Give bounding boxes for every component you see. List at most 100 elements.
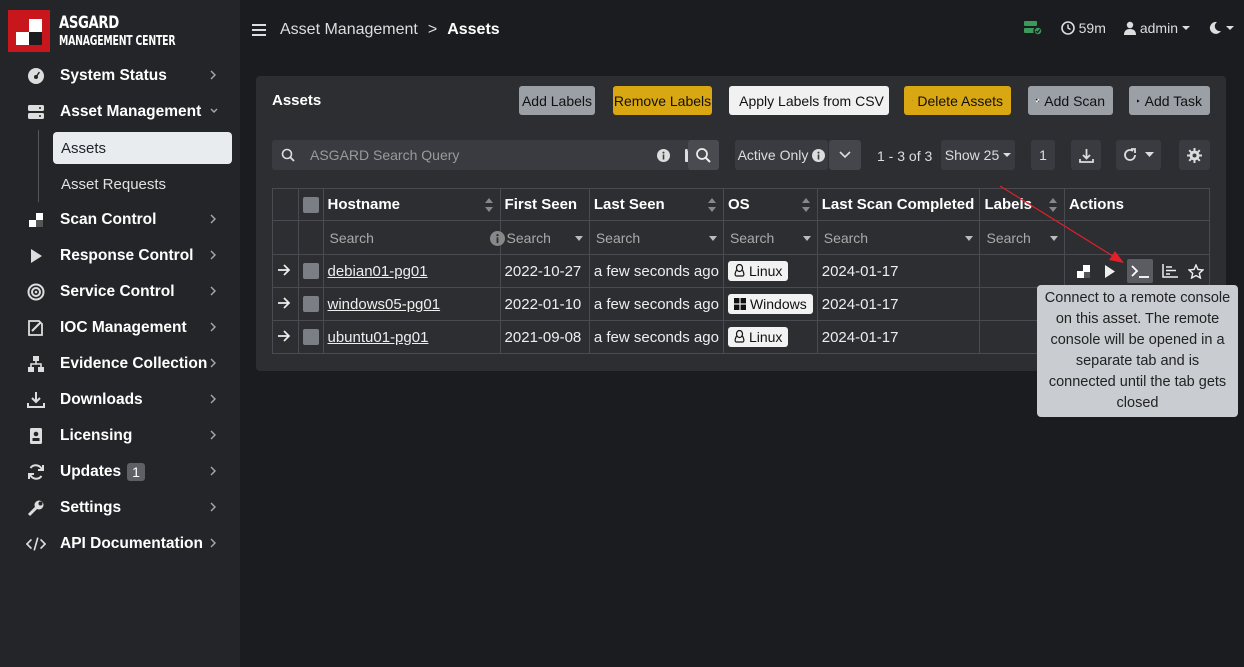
- chevron-right-icon: [209, 465, 217, 479]
- sidebar-item-scan-control[interactable]: Scan Control: [0, 202, 240, 238]
- sidebar-item-service-control[interactable]: Service Control: [0, 274, 240, 310]
- gear-icon: [1187, 147, 1202, 163]
- last-seen-filter-select[interactable]: Search: [588, 220, 724, 255]
- apply-labels-csv-button[interactable]: Apply Labels from CSV: [729, 86, 889, 115]
- user-menu[interactable]: admin: [1123, 20, 1190, 36]
- moon-icon: [1209, 21, 1221, 34]
- sidebar-item-label: Updates: [60, 463, 122, 480]
- timeline-action-icon[interactable]: [1161, 262, 1179, 280]
- sidebar-item-asset-management[interactable]: Asset Management: [0, 94, 240, 130]
- sidebar-item-response-control[interactable]: Response Control: [0, 238, 240, 274]
- row-expand-arrow-icon[interactable]: [272, 254, 299, 288]
- server-status-icon[interactable]: [1023, 20, 1043, 36]
- chevron-down-icon: [209, 105, 218, 119]
- column-header-os[interactable]: OS: [722, 188, 818, 221]
- os-filter-select[interactable]: Search: [722, 220, 818, 255]
- search-icon: [281, 148, 295, 162]
- hamburger-menu-icon[interactable]: [252, 24, 266, 39]
- sidebar-item-api-documentation[interactable]: API Documentation: [0, 526, 240, 562]
- sidebar-item-label: Downloads: [60, 391, 143, 408]
- page-size-select[interactable]: Show 25: [941, 140, 1015, 170]
- sort-icon: [1048, 198, 1057, 212]
- sidebar-item-licensing[interactable]: Licensing: [0, 418, 240, 454]
- delete-assets-button[interactable]: Delete Assets: [904, 86, 1011, 115]
- download-icon: [1078, 148, 1094, 163]
- hostname-link[interactable]: windows05-pg01: [328, 296, 441, 313]
- sidebar-item-label: Settings: [60, 499, 122, 516]
- asset-management-subnav: Assets Asset Requests: [0, 130, 240, 202]
- sidebar-item-system-status[interactable]: System Status: [0, 58, 240, 94]
- card-title: Assets: [272, 92, 322, 109]
- last-scan-cell: 2024-01-17: [816, 320, 981, 354]
- table-header-row: Hostname First Seen Last Seen OS Last Sc…: [272, 188, 1211, 221]
- add-labels-button[interactable]: Add Labels: [519, 86, 595, 115]
- star-icon[interactable]: [1187, 262, 1205, 280]
- column-header-first-seen[interactable]: First Seen: [499, 188, 590, 221]
- brand-logo[interactable]: ASGARD MANAGEMENT CENTER: [8, 10, 221, 52]
- labels-filter-select[interactable]: Search: [979, 220, 1065, 255]
- last-scan-filter-select[interactable]: Search: [816, 220, 981, 255]
- column-header-last-seen[interactable]: Last Seen: [588, 188, 724, 221]
- add-scan-button[interactable]: Add Scan: [1028, 86, 1113, 115]
- play-icon: [1137, 98, 1140, 103]
- chevron-right-icon: [209, 393, 217, 407]
- chevron-right-icon: [209, 321, 217, 335]
- breadcrumb-current: Assets: [447, 21, 500, 38]
- column-header-last-scan-completed[interactable]: Last Scan Completed: [816, 188, 981, 221]
- brand-subtitle: MANAGEMENT CENTER: [59, 33, 176, 49]
- active-only-dropdown[interactable]: [829, 140, 861, 170]
- sidebar-item-label: Scan Control: [60, 211, 157, 228]
- row-actions: [1069, 259, 1205, 283]
- row-expand-arrow-icon[interactable]: [272, 287, 299, 321]
- hostname-link[interactable]: ubuntu01-pg01: [328, 329, 429, 346]
- play-action-icon[interactable]: [1101, 262, 1119, 280]
- theme-toggle[interactable]: [1208, 21, 1234, 35]
- breadcrumb-parent[interactable]: Asset Management: [280, 21, 418, 39]
- page-number-button[interactable]: 1: [1031, 140, 1055, 170]
- row-checkbox[interactable]: [297, 254, 324, 288]
- search-icon: [696, 147, 711, 163]
- hostname-link[interactable]: debian01-pg01: [328, 263, 428, 280]
- first-seen-filter-select[interactable]: Search: [499, 220, 590, 255]
- table-settings-button[interactable]: [1179, 140, 1210, 170]
- first-seen-cell: 2022-01-10: [499, 287, 590, 321]
- sidebar-item-evidence-collection[interactable]: Evidence Collection: [0, 346, 240, 382]
- add-task-button[interactable]: Add Task: [1129, 86, 1210, 115]
- sidebar-subitem-asset-requests[interactable]: Asset Requests: [0, 166, 240, 202]
- info-icon: [812, 148, 826, 162]
- updates-count-badge: 1: [127, 463, 145, 481]
- sidebar-item-updates[interactable]: Updates 1: [0, 454, 240, 490]
- row-checkbox[interactable]: [297, 287, 324, 321]
- select-all-checkbox[interactable]: [297, 188, 324, 221]
- sidebar-subitem-assets[interactable]: Assets: [0, 130, 240, 166]
- row-checkbox[interactable]: [297, 320, 324, 354]
- active-only-toggle[interactable]: Active Only: [735, 140, 828, 170]
- remote-console-tooltip: Connect to a remote console on this asse…: [1037, 285, 1238, 417]
- sidebar-item-ioc-management[interactable]: IOC Management: [0, 310, 240, 346]
- export-download-button[interactable]: [1071, 140, 1101, 170]
- first-seen-cell: 2021-09-08: [499, 320, 590, 354]
- sidebar-item-settings[interactable]: Settings: [0, 490, 240, 526]
- search-submit-button[interactable]: [688, 140, 719, 170]
- column-header-actions: Actions: [1063, 188, 1211, 221]
- pagination-info: 1 - 3 of 3: [877, 148, 933, 164]
- session-timer: 59m: [1060, 20, 1106, 36]
- linux-icon: [734, 264, 745, 277]
- asgard-search-input[interactable]: ASGARD Search Query: [272, 140, 719, 170]
- os-badge: Linux: [727, 260, 789, 281]
- remove-labels-button[interactable]: Remove Labels: [613, 86, 712, 115]
- sidebar-item-label: Asset Management: [60, 103, 202, 120]
- sidebar-item-downloads[interactable]: Downloads: [0, 382, 240, 418]
- scan-action-icon[interactable]: [1075, 262, 1093, 280]
- hostname-filter-input[interactable]: Search: [322, 220, 505, 255]
- chevron-right-icon: [209, 537, 217, 551]
- column-header-hostname[interactable]: Hostname: [322, 188, 501, 221]
- column-header-labels[interactable]: Labels: [979, 188, 1065, 221]
- chevron-down-icon: [839, 151, 851, 159]
- table-filter-row: Search Search Search Search Search Searc…: [272, 220, 1211, 255]
- row-expand-arrow-icon[interactable]: [272, 320, 299, 354]
- sidebar-item-label: Licensing: [60, 427, 133, 444]
- gauge-icon: [26, 66, 46, 86]
- refresh-button[interactable]: [1116, 140, 1161, 170]
- remote-console-icon[interactable]: [1126, 259, 1153, 283]
